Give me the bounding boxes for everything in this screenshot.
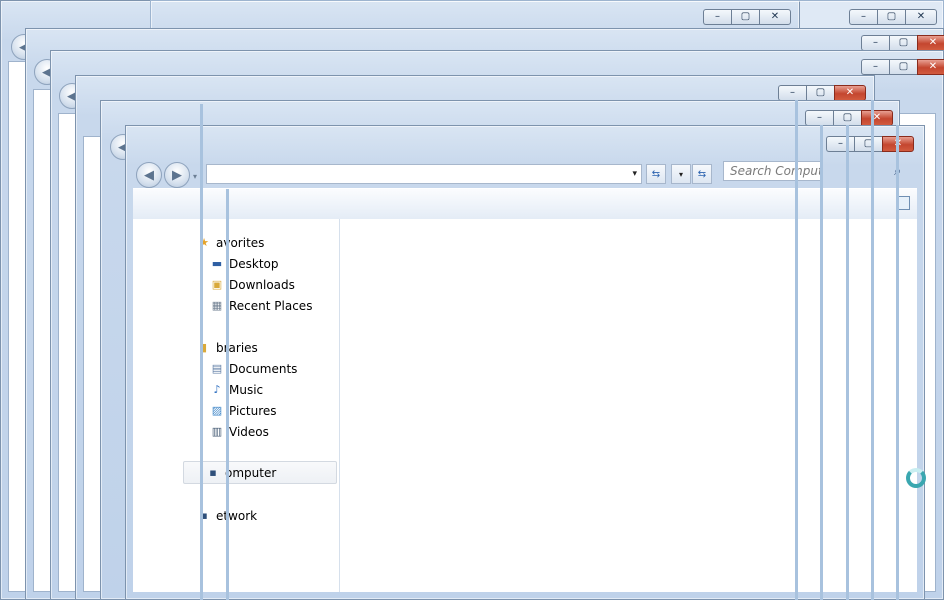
music-icon: ♪ <box>213 383 221 396</box>
window-controls: – ▢ ✕ <box>826 136 914 152</box>
address-bar[interactable]: ▾ <box>206 164 642 184</box>
nav-documents-label: Documents <box>229 361 298 376</box>
command-bar <box>133 188 917 220</box>
nav-network-label: etwork <box>216 508 258 523</box>
close-button[interactable]: ✕ <box>834 85 866 101</box>
minimize-button[interactable]: – <box>861 59 889 75</box>
computer-icon: ▪ <box>209 466 217 479</box>
back-button-icon[interactable]: ◀ <box>136 162 162 188</box>
window-edge-trail <box>795 100 798 600</box>
busy-cursor-icon <box>906 468 926 488</box>
minimize-button[interactable]: – <box>826 136 854 152</box>
window-edge-trail <box>846 125 849 600</box>
close-button[interactable]: ✕ <box>917 59 944 75</box>
window-edge-trail <box>871 100 874 600</box>
content-pane[interactable] <box>340 219 917 592</box>
pictures-icon: ▨ <box>211 404 223 417</box>
minimize-button[interactable]: – <box>861 35 889 51</box>
maximize-button[interactable]: ▢ <box>833 110 861 126</box>
minimize-button[interactable]: – <box>778 85 806 101</box>
close-button[interactable]: ✕ <box>861 110 893 126</box>
desktop-icon: ▬ <box>211 257 223 270</box>
maximize-button[interactable]: ▢ <box>877 9 905 25</box>
window-controls: – ▢ ✕ <box>778 85 866 101</box>
nav-videos-label: Videos <box>229 424 269 439</box>
window-controls: – ▢ ✕ <box>805 110 893 126</box>
forward-button-icon[interactable]: ▶ <box>164 162 190 188</box>
window-edge-trail <box>896 125 899 600</box>
close-button[interactable]: ✕ <box>905 9 937 25</box>
explorer-window: – ▢ ✕ ◀ ▶ ▾ ▾ ⇆ ▾ ⇆ Search Compute ⌕ ★ a… <box>125 125 925 600</box>
nav-downloads-label: Downloads <box>229 277 295 292</box>
minimize-button[interactable]: – <box>849 9 877 25</box>
window-edge-trail <box>820 125 823 600</box>
search-input[interactable]: Search Compute <box>723 161 823 181</box>
nav-favorites-label: avorites <box>216 235 265 250</box>
maximize-button[interactable]: ▢ <box>854 136 882 152</box>
recent-places-icon: ▦ <box>211 299 223 312</box>
nav-downloads[interactable]: ▣ Downloads <box>210 274 295 295</box>
videos-icon: ▥ <box>211 425 223 438</box>
nav-computer[interactable]: ▪ omputer <box>183 461 337 484</box>
navigation-pane: ★ avorites ▬ Desktop ▣ Downloads ▦ Recen… <box>133 219 340 592</box>
address-dropdown-icon[interactable]: ▾ <box>632 169 637 179</box>
refresh-button-icon[interactable]: ⇆ <box>646 164 666 184</box>
nav-pictures[interactable]: ▨ Pictures <box>210 400 277 421</box>
nav-music[interactable]: ♪ Music <box>210 379 263 400</box>
window-controls: – ▢ ✕ <box>849 9 937 25</box>
nav-desktop-label: Desktop <box>229 256 279 271</box>
documents-icon: ▤ <box>211 362 223 375</box>
nav-videos[interactable]: ▥ Videos <box>210 421 269 442</box>
history-dropdown-icon[interactable]: ▾ <box>671 164 691 184</box>
nav-favorites[interactable]: ★ avorites <box>197 232 264 253</box>
nav-pictures-label: Pictures <box>229 403 277 418</box>
maximize-button[interactable]: ▢ <box>889 59 917 75</box>
downloads-icon: ▣ <box>211 278 223 291</box>
window-edge-trail <box>200 104 203 600</box>
window-controls: – ▢ ✕ <box>861 59 944 75</box>
nav-documents[interactable]: ▤ Documents <box>210 358 298 379</box>
minimize-button[interactable]: – <box>805 110 833 126</box>
nav-libraries-label: braries <box>216 340 258 355</box>
nav-desktop[interactable]: ▬ Desktop <box>210 253 279 274</box>
maximize-button[interactable]: ▢ <box>889 35 917 51</box>
nav-computer-label: omputer <box>225 465 277 480</box>
window-edge-trail <box>226 189 229 600</box>
nav-recent-places-label: Recent Places <box>229 298 313 313</box>
nav-music-label: Music <box>229 382 264 397</box>
refresh-button-icon-2[interactable]: ⇆ <box>692 164 712 184</box>
maximize-button[interactable]: ▢ <box>806 85 834 101</box>
close-button[interactable]: ✕ <box>917 35 944 51</box>
window-controls: – ▢ ✕ <box>861 35 944 51</box>
